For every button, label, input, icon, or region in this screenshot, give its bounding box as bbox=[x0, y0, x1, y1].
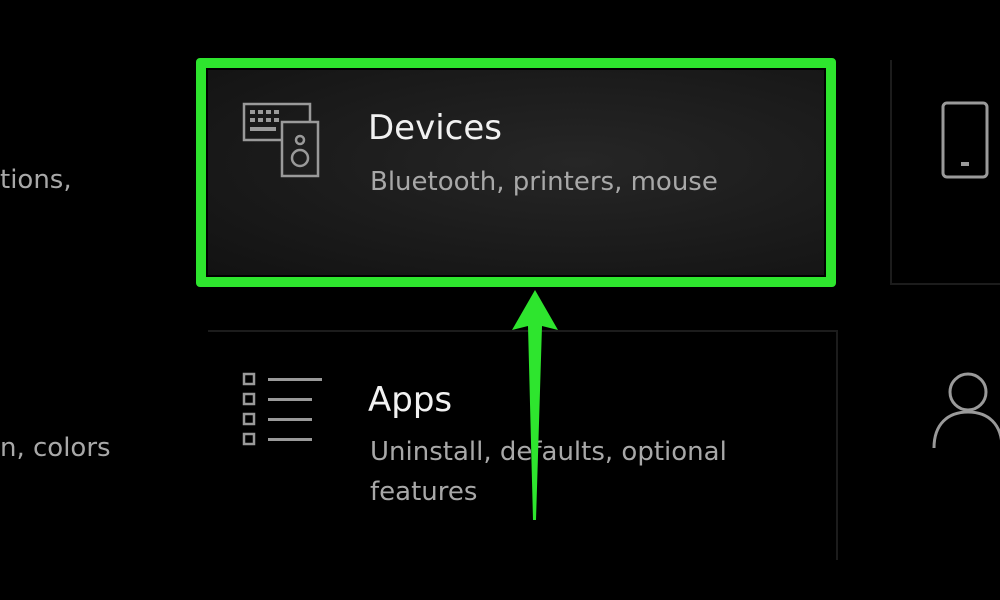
apps-tile-title: Apps bbox=[368, 380, 453, 420]
pointer-arrow-annotation bbox=[512, 290, 558, 520]
highlight-frame bbox=[196, 58, 836, 287]
person-icon[interactable] bbox=[930, 368, 1000, 448]
apps-tile-description: Uninstall, defaults, optional features bbox=[370, 437, 727, 507]
phone-icon bbox=[941, 101, 989, 179]
left-tile-partial-description-top: tions, bbox=[0, 165, 72, 195]
settings-tile-phone[interactable] bbox=[890, 60, 1000, 285]
apps-list-icon bbox=[242, 372, 322, 446]
left-tile-partial-description-bottom: n, colors bbox=[0, 433, 111, 463]
